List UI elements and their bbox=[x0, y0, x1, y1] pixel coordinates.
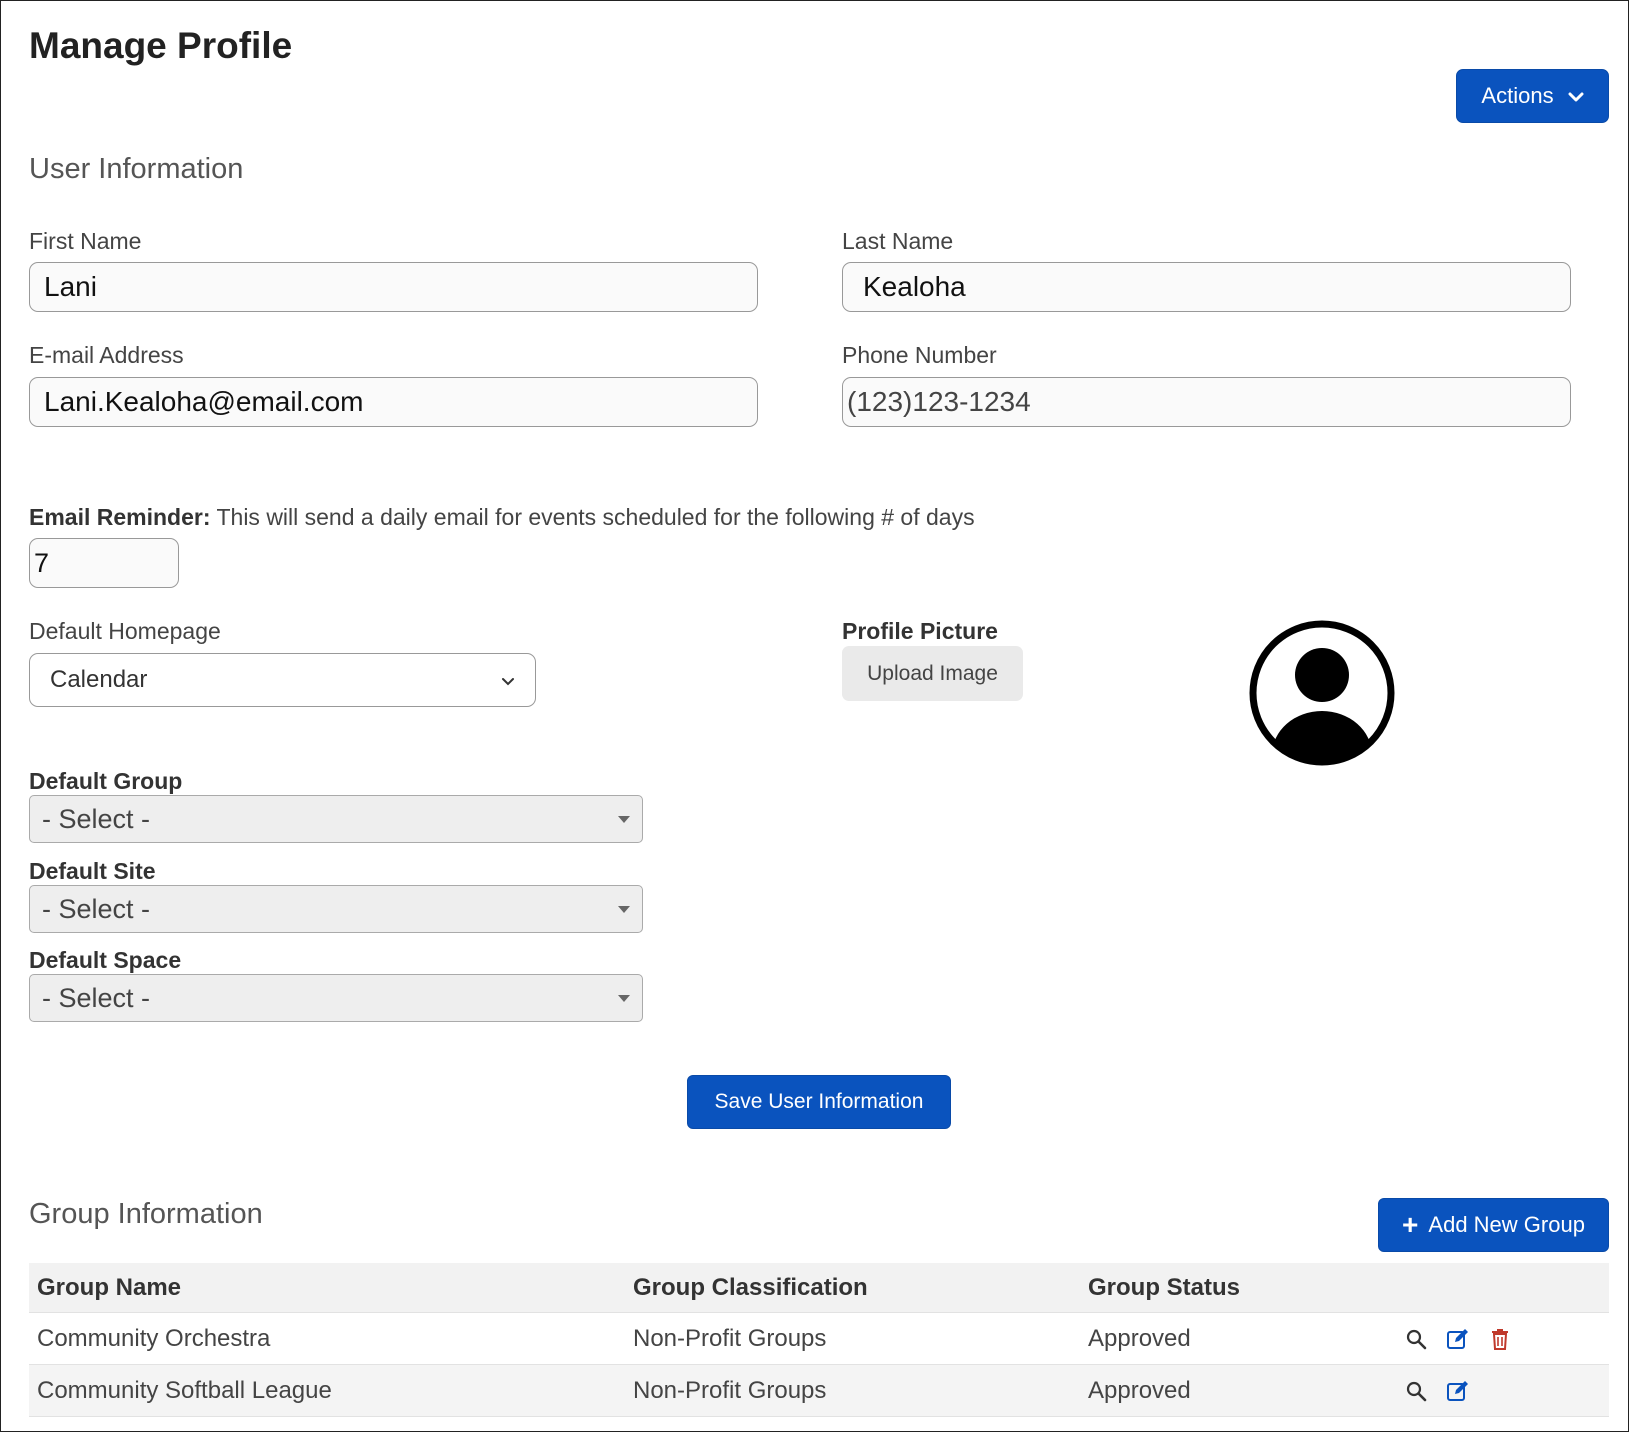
email-label: E-mail Address bbox=[29, 342, 184, 368]
email-reminder-days-input[interactable]: 7 bbox=[29, 538, 179, 588]
edit-icon[interactable] bbox=[1445, 1378, 1471, 1404]
email-field[interactable]: Lani.Kealoha@email.com bbox=[29, 377, 758, 427]
default-group-value: - Select - bbox=[42, 803, 151, 834]
group-name-cell: Community Orchestra bbox=[37, 1324, 271, 1352]
caret-down-icon bbox=[618, 905, 630, 913]
group-classification-cell: Non-Profit Groups bbox=[633, 1324, 827, 1352]
edit-icon[interactable] bbox=[1445, 1326, 1471, 1352]
add-new-group-button[interactable]: + Add New Group bbox=[1378, 1198, 1609, 1252]
groups-table: Group Name Group Classification Group St… bbox=[29, 1263, 1609, 1417]
caret-down-icon bbox=[618, 994, 630, 1002]
user-information-heading: User Information bbox=[29, 153, 244, 185]
default-group-select[interactable]: - Select - bbox=[29, 795, 643, 843]
default-homepage-label: Default Homepage bbox=[29, 618, 221, 644]
chevron-down-icon bbox=[501, 666, 515, 694]
default-site-label: Default Site bbox=[29, 858, 156, 884]
email-reminder-text: Email Reminder: This will send a daily e… bbox=[29, 504, 975, 531]
column-header-group-name: Group Name bbox=[37, 1273, 182, 1301]
first-name-field[interactable]: Lani bbox=[29, 262, 758, 312]
default-group-label: Default Group bbox=[29, 768, 183, 794]
actions-button[interactable]: Actions bbox=[1456, 69, 1609, 123]
default-space-select[interactable]: - Select - bbox=[29, 974, 643, 1022]
manage-profile-page: Manage Profile Actions User Information … bbox=[0, 0, 1629, 1432]
chevron-down-icon bbox=[1568, 83, 1584, 109]
group-name-cell: Community Softball League bbox=[37, 1376, 332, 1404]
user-circle-icon bbox=[1247, 618, 1397, 768]
table-row: Community Orchestra Non-Profit Groups Ap… bbox=[29, 1313, 1609, 1365]
profile-picture-label: Profile Picture bbox=[842, 618, 998, 644]
column-header-group-classification: Group Classification bbox=[633, 1273, 868, 1301]
group-classification-cell: Non-Profit Groups bbox=[633, 1376, 827, 1404]
email-reminder-label: Email Reminder: bbox=[29, 504, 211, 530]
table-header-row: Group Name Group Classification Group St… bbox=[29, 1263, 1609, 1313]
search-icon[interactable] bbox=[1403, 1326, 1429, 1352]
last-name-field[interactable]: Kealoha bbox=[842, 262, 1571, 312]
group-status-cell: Approved bbox=[1088, 1324, 1191, 1352]
phone-label: Phone Number bbox=[842, 342, 997, 368]
default-homepage-value: Calendar bbox=[50, 666, 148, 693]
caret-down-icon bbox=[618, 815, 630, 823]
search-icon[interactable] bbox=[1403, 1378, 1429, 1404]
table-row: Community Softball League Non-Profit Gro… bbox=[29, 1365, 1609, 1417]
plus-icon: + bbox=[1402, 1209, 1419, 1240]
row-actions bbox=[1385, 1378, 1609, 1404]
page-title: Manage Profile bbox=[29, 25, 293, 66]
email-reminder-description: This will send a daily email for events … bbox=[210, 504, 975, 530]
column-header-group-status: Group Status bbox=[1088, 1273, 1241, 1301]
actions-label: Actions bbox=[1481, 83, 1554, 108]
default-space-label: Default Space bbox=[29, 947, 182, 973]
save-user-information-button[interactable]: Save User Information bbox=[687, 1075, 951, 1129]
upload-image-button[interactable]: Upload Image bbox=[842, 646, 1023, 701]
add-new-group-label: Add New Group bbox=[1428, 1212, 1585, 1237]
delete-icon[interactable] bbox=[1487, 1326, 1513, 1352]
default-site-value: - Select - bbox=[42, 893, 151, 924]
default-homepage-select[interactable]: Calendar bbox=[29, 653, 536, 707]
default-space-value: - Select - bbox=[42, 982, 151, 1013]
default-site-select[interactable]: - Select - bbox=[29, 885, 643, 933]
phone-field[interactable]: (123)123-1234 bbox=[842, 377, 1571, 427]
group-information-heading: Group Information bbox=[29, 1198, 263, 1230]
first-name-label: First Name bbox=[29, 228, 142, 254]
row-actions bbox=[1385, 1326, 1609, 1352]
group-status-cell: Approved bbox=[1088, 1376, 1191, 1404]
last-name-label: Last Name bbox=[842, 228, 954, 254]
